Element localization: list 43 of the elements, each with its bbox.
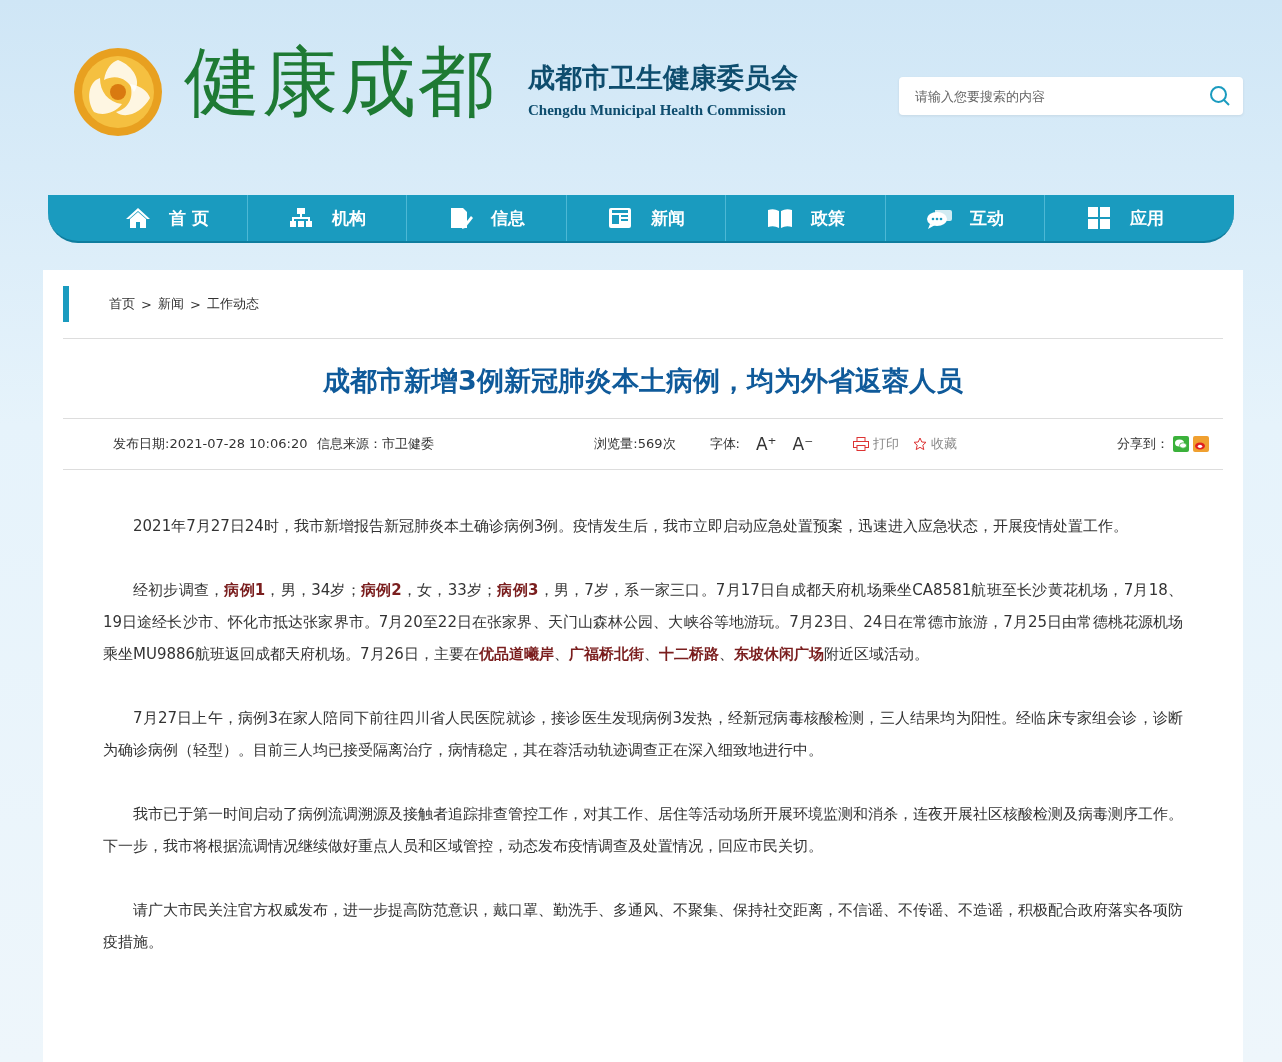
article-paragraph: 2021年7月27日24时，我市新增报告新冠肺炎本土确诊病例3例。疫情发生后，我市立即启动应急处置预案，迅速进入应急状态，开展疫情处置工作。 — [132, 516, 1130, 537]
newspaper-icon — [607, 206, 633, 230]
printer-icon — [853, 437, 870, 451]
publish-date: 发布日期:2021-07-28 10:06:20 — [113, 435, 308, 453]
breadcrumb-link[interactable]: 新闻 — [157, 295, 184, 313]
breadcrumb-link[interactable]: 首页 — [109, 295, 135, 313]
org-name: 成都市卫生健康委员会 — [528, 60, 798, 95]
article-paragraph: 经初步调查，病例1，男，34岁；病例2，女，33岁；病例3，男，7岁，系一家三口。7月17日自成都天府机场乘坐CA8581航班至长沙黄花机场，7月18、19日途经长沙市、怀化市抵达张家界市。7月20至22日在张家界、天门山森林公园、大峡谷等地游玩。7月23日、24日在常德市旅游，7月25日由常德桃花源机场乘坐MU9886航班返回成都天府机场。7月26日，主要在优品道曦岸、广福桥北街、十二桥路、东坡休闲广场附近区域活动。 — [103, 580, 1183, 665]
font-increase-button[interactable]: A⁺ — [755, 434, 777, 454]
article-paragraph: 7月27日上午，病例3在家人陪同下前往四川省人民医院就诊，接诊医生发现病例3发热，经新冠病毒核酸检测，三人结果均为阳性。经临床专家组会诊，诊断为确诊病例（轻型）。目前三人均已接受隔离治疗，病情稳定，其在蓉活动轨迹调查正在深入细致地进行中。 — [103, 708, 1183, 761]
sun-emblem-icon — [72, 46, 164, 138]
search-icon[interactable] — [1209, 85, 1231, 107]
font-size-label: 字体: — [709, 435, 740, 453]
print-link[interactable]: 打印 — [853, 435, 900, 453]
nav-item[interactable]: 首 页 — [88, 195, 247, 241]
nav-item[interactable]: 政策 — [725, 195, 885, 241]
article-title: 成都市新增3例新冠肺炎本土病例，均为外省返蓉人员 — [63, 339, 1223, 419]
wechat-icon[interactable] — [1173, 436, 1189, 452]
favorite-link[interactable]: 收藏 — [913, 435, 958, 453]
breadcrumb-separator: > — [189, 296, 201, 312]
info-source: 信息来源：市卫健委 — [317, 435, 435, 453]
view-count: 浏览量:569次 — [594, 435, 676, 453]
nav-item[interactable]: 信息 — [406, 195, 566, 241]
article-paragraph: 请广大市民关注官方权威发布，进一步提高防范意识，戴口罩、勤洗手、多通风、不聚集、保持社交距离，不信谣、不传谣、不造谣，积极配合政府落实各项防疫措施。 — [103, 900, 1183, 953]
nav-item[interactable]: 机构 — [246, 195, 407, 241]
breadcrumb-link[interactable]: 工作动态 — [206, 295, 259, 313]
share-label: 分享到： — [1117, 435, 1169, 453]
org-name-english: Chengdu Municipal Health Commission — [528, 101, 787, 119]
house-icon — [125, 206, 152, 230]
article-paragraph: 我市已于第一时间启动了病例流调溯源及接触者追踪排查管控工作，对其工作、居住等活动场所开展环境监测和消杀，连夜开展社区核酸检测及病毒测序工作。下一步，我市将根据流调情况继续做好重点人员和区域管控，动态发布疫情调查及处置情况，回应市民关切。 — [103, 804, 1183, 857]
font-decrease-button[interactable]: A⁻ — [792, 434, 814, 454]
breadcrumb-separator: > — [141, 296, 152, 312]
open-book-icon — [766, 206, 793, 230]
grid-icon — [1085, 206, 1112, 230]
nav-item[interactable]: 新闻 — [565, 195, 726, 241]
search-field[interactable]: 请输入您要搜索的内容 — [899, 77, 1243, 115]
weibo-icon[interactable] — [1193, 436, 1209, 452]
nav-item[interactable]: 应用 — [1044, 195, 1205, 241]
nav-item[interactable]: 互动 — [884, 195, 1045, 241]
org-chart-icon — [287, 206, 314, 230]
site-logo-text: 健康成都 — [183, 36, 497, 128]
accent-bar — [63, 286, 69, 322]
star-icon — [913, 437, 928, 451]
